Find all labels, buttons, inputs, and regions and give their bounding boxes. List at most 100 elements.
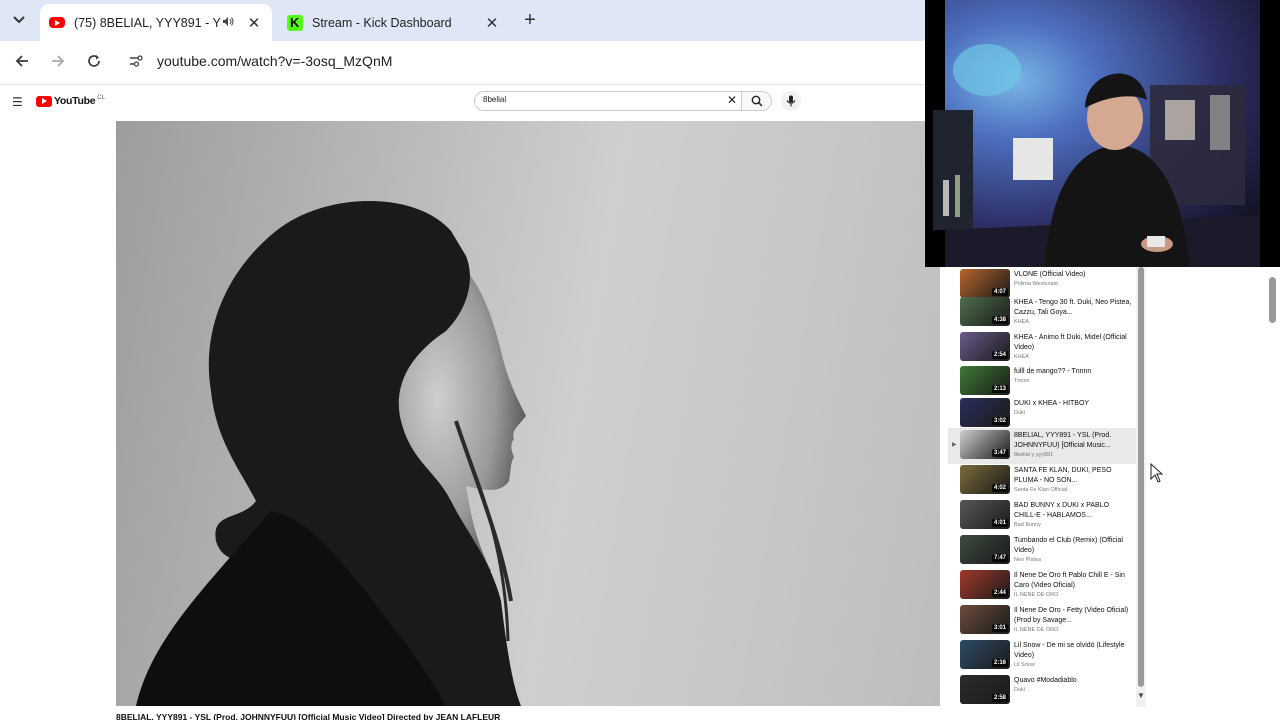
- recommendation-item[interactable]: 2:44 Il Nene De Oro ft Pablo Chill E - Si…: [948, 568, 1136, 603]
- arrow-right-icon: [52, 55, 65, 67]
- recommendation-title[interactable]: KHEA - Ánimo ft Duki, Midel (Official Vi…: [1014, 333, 1132, 353]
- recommendation-channel[interactable]: KHEA: [1014, 354, 1132, 361]
- recommendation-text: Lil Snow - De mi se olvidó (Lifestyle Vi…: [1014, 641, 1132, 669]
- page-scrollbar[interactable]: [1266, 267, 1280, 720]
- recommendation-scrollbar[interactable]: [1136, 267, 1146, 707]
- search-input[interactable]: [483, 95, 713, 104]
- recommendation-title[interactable]: VLONE (Official Video): [1014, 270, 1132, 280]
- recommendation-item[interactable]: 7:47 Tumbando el Club (Remix) (Official V…: [948, 533, 1136, 568]
- video-duration: 2:44: [991, 589, 1008, 597]
- back-button[interactable]: [10, 51, 34, 75]
- now-playing-indicator-icon: ▶: [952, 442, 957, 448]
- recommendation-thumbnail[interactable]: 2:13: [960, 366, 1010, 395]
- voice-search-button[interactable]: [781, 91, 801, 111]
- recommendation-title[interactable]: Tumbando el Club (Remix) (Official Video…: [1014, 536, 1132, 556]
- recommendation-text: DUKI x KHEA - HITBOY Duki: [1014, 399, 1132, 417]
- arrow-left-icon: [15, 55, 28, 67]
- url-field[interactable]: youtube.com/watch?v=-3osq_MzQnM: [157, 53, 392, 69]
- recommendation-item[interactable]: 4:01 BAD BUNNY x DUKI x PABLO CHILL-E - H…: [948, 498, 1136, 533]
- page-scroll-thumb[interactable]: [1269, 277, 1276, 323]
- recommendation-channel[interactable]: KHEA: [1014, 319, 1132, 326]
- video-duration: 3:02: [991, 417, 1008, 425]
- recommendation-channel[interactable]: Duki: [1014, 410, 1132, 417]
- recommendation-text: 8BELIAL, YYY891 - YSL (Prod. JOHNNYFUU) …: [1014, 431, 1132, 459]
- recommendation-title[interactable]: Lil Snow - De mi se olvidó (Lifestyle Vi…: [1014, 641, 1132, 661]
- recommendation-thumbnail[interactable]: 2:44: [960, 570, 1010, 599]
- recommendation-thumbnail[interactable]: 4:02: [960, 465, 1010, 494]
- recommendation-thumbnail[interactable]: 3:01: [960, 605, 1010, 634]
- video-player[interactable]: [116, 121, 940, 706]
- reload-icon: [88, 55, 100, 67]
- site-info-icon[interactable]: [125, 52, 147, 74]
- video-duration: 7:47: [991, 554, 1008, 562]
- recommendation-title[interactable]: BAD BUNNY x DUKI x PABLO CHILL-E - HABLA…: [1014, 501, 1132, 521]
- recommendation-title[interactable]: Quavo #Modadiablo: [1014, 676, 1132, 686]
- recommendation-text: Tumbando el Club (Remix) (Official Video…: [1014, 536, 1132, 564]
- recommendation-title[interactable]: SANTA FE KLAN, DUKI, PESO PLUMA - NO SON…: [1014, 466, 1132, 486]
- tab-kick[interactable]: Stream - Kick Dashboard ✕: [278, 4, 510, 41]
- forward-button[interactable]: [46, 51, 70, 75]
- clear-search-icon[interactable]: ✕: [727, 93, 737, 107]
- reload-button[interactable]: [82, 51, 106, 75]
- search-button[interactable]: [742, 91, 772, 111]
- recommendation-channel[interactable]: Santa Fe Klan Official: [1014, 487, 1132, 494]
- recommendation-item[interactable]: 3:01 Il Nene De Oro - Fetty (Video Oficia…: [948, 603, 1136, 638]
- recommendation-item[interactable]: 2:16 Lil Snow - De mi se olvidó (Lifestyl…: [948, 638, 1136, 673]
- recommendation-title[interactable]: fulll de mango?? - Tnnnn: [1014, 367, 1132, 377]
- recommendation-channel[interactable]: Neo Pistea: [1014, 557, 1132, 564]
- scroll-down-arrow-icon[interactable]: ▼: [1136, 691, 1146, 700]
- recommendation-item[interactable]: 2:58 Quavo #Modadiablo Duki: [948, 673, 1136, 707]
- tab-youtube[interactable]: (75) 8BELIAL, YYY891 - YSL ✕: [40, 4, 272, 41]
- video-duration: 2:54: [991, 351, 1008, 359]
- youtube-wordmark: YouTube: [54, 95, 96, 107]
- video-duration: 4:02: [991, 484, 1008, 492]
- tab-title: Stream - Kick Dashboard: [312, 15, 452, 30]
- recommendation-thumbnail[interactable]: 3:02: [960, 398, 1010, 427]
- recommendation-text: KHEA - Ánimo ft Duki, Midel (Official Vi…: [1014, 333, 1132, 361]
- menu-icon[interactable]: ☰: [12, 95, 23, 109]
- recommendation-scroll-thumb[interactable]: [1138, 267, 1144, 687]
- recommendation-thumbnail[interactable]: 7:47: [960, 535, 1010, 564]
- recommendation-list: 4:07 VLONE (Official Video) Polima Westcoa…: [948, 267, 1136, 707]
- recommendation-thumbnail[interactable]: 2:16: [960, 640, 1010, 669]
- recommendation-title[interactable]: Il Nene De Oro ft Pablo Chill E - Sin Ca…: [1014, 571, 1132, 591]
- search-icon: [751, 95, 763, 107]
- recommendation-channel[interactable]: Duki: [1014, 687, 1132, 694]
- youtube-logo[interactable]: YouTube CL: [36, 95, 105, 107]
- recommendation-thumbnail[interactable]: 3:47: [960, 430, 1010, 459]
- video-duration: 3:01: [991, 624, 1008, 632]
- recommendation-text: Quavo #Modadiablo Duki: [1014, 676, 1132, 694]
- recommendation-item[interactable]: 2:13 fulll de mango?? - Tnnnn Tnnnn: [948, 364, 1136, 399]
- video-duration: 3:47: [991, 449, 1008, 457]
- recommendation-thumbnail[interactable]: 4:07: [960, 269, 1010, 298]
- recommendation-channel[interactable]: Polima Westcoast: [1014, 281, 1132, 288]
- recommendation-thumbnail[interactable]: 4:38: [960, 297, 1010, 326]
- recommendation-item[interactable]: 3:02 DUKI x KHEA - HITBOY Duki: [948, 396, 1136, 431]
- new-tab-button[interactable]: +: [519, 9, 541, 31]
- recommendation-channel[interactable]: 8belial y yyy891: [1014, 452, 1132, 459]
- close-tab-icon[interactable]: ✕: [484, 14, 500, 32]
- recommendation-thumbnail[interactable]: 2:54: [960, 332, 1010, 361]
- recommendation-channel[interactable]: Bad Bunny: [1014, 522, 1132, 529]
- recommendation-item[interactable]: 4:38 KHEA - Tengo 30 ft. Duki, Neo Pistea…: [948, 295, 1136, 330]
- chevron-down-icon: [13, 16, 25, 24]
- recommendation-channel[interactable]: Lil Snow: [1014, 662, 1132, 669]
- close-tab-icon[interactable]: ✕: [246, 14, 262, 32]
- recommendation-channel[interactable]: IL NENE DE ORO: [1014, 592, 1132, 599]
- recommendation-channel[interactable]: IL NENE DE ORO: [1014, 627, 1132, 634]
- recommendation-text: Il Nene De Oro - Fetty (Video Oficial) (…: [1014, 606, 1132, 634]
- recommendation-thumbnail[interactable]: 4:01: [960, 500, 1010, 529]
- recommendation-title[interactable]: KHEA - Tengo 30 ft. Duki, Neo Pistea, Ca…: [1014, 298, 1132, 318]
- microphone-icon: [786, 95, 796, 107]
- recommendation-item[interactable]: ▶ 3:47 8BELIAL, YYY891 - YSL (Prod. JOHNNY…: [948, 428, 1136, 464]
- recommendation-item[interactable]: 4:02 SANTA FE KLAN, DUKI, PESO PLUMA - NO…: [948, 463, 1136, 498]
- recommendation-item[interactable]: 2:54 KHEA - Ánimo ft Duki, Midel (Officia…: [948, 330, 1136, 365]
- recommendation-title[interactable]: DUKI x KHEA - HITBOY: [1014, 399, 1132, 409]
- tab-search-button[interactable]: [8, 10, 30, 30]
- speaker-icon[interactable]: [222, 16, 238, 30]
- recommendation-title[interactable]: 8BELIAL, YYY891 - YSL (Prod. JOHNNYFUU) …: [1014, 431, 1132, 451]
- recommendation-channel[interactable]: Tnnnn: [1014, 378, 1132, 385]
- recommendation-text: fulll de mango?? - Tnnnn Tnnnn: [1014, 367, 1132, 385]
- recommendation-thumbnail[interactable]: 2:58: [960, 675, 1010, 704]
- recommendation-title[interactable]: Il Nene De Oro - Fetty (Video Oficial) (…: [1014, 606, 1132, 626]
